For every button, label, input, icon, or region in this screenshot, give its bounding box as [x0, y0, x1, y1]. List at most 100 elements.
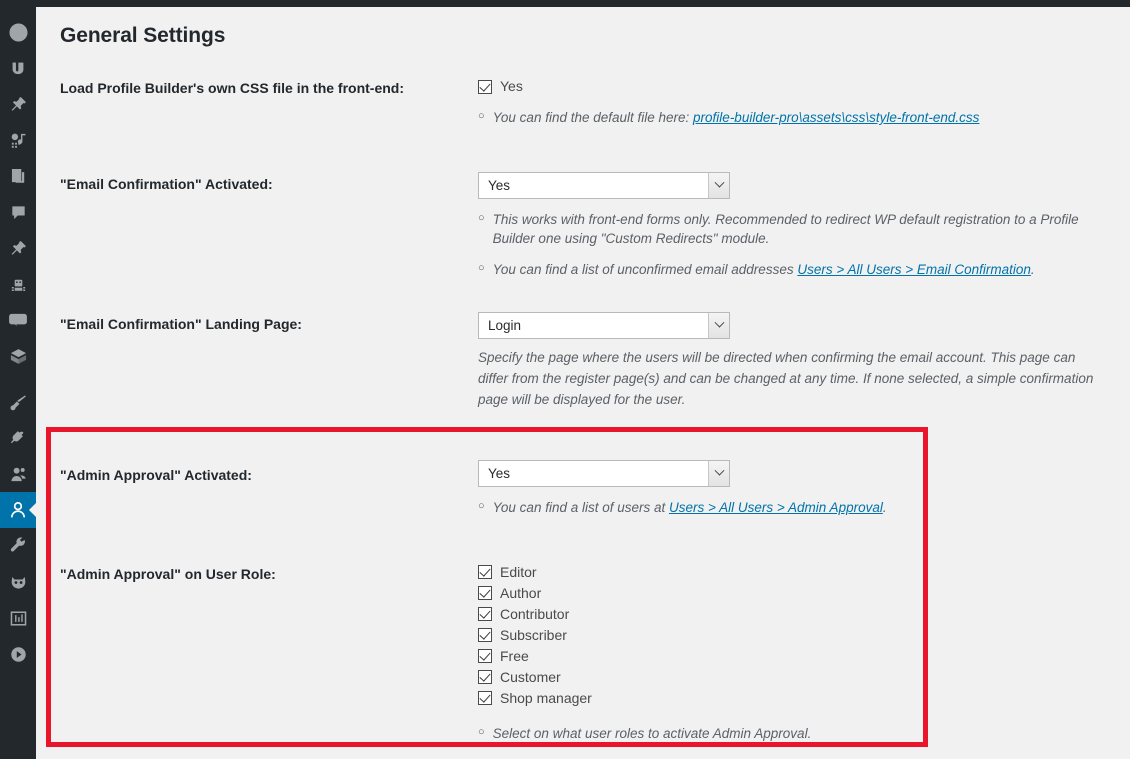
email-confirmation-select[interactable]: Yes: [478, 171, 730, 199]
setting-label-landing-page: "Email Confirmation" Landing Page:: [60, 316, 302, 333]
email-confirmation-hint-2: ○ You can find a list of unconfirmed ema…: [478, 260, 1106, 280]
admin-approval-hint: ○ You can find a list of users at Users …: [478, 498, 1106, 518]
wrench-icon: [9, 536, 28, 556]
setting-row-landing-page: "Email Confirmation" Landing Page: Login…: [36, 312, 1106, 410]
media-icon: [9, 131, 28, 150]
css-file-checkbox-label: Yes: [500, 78, 523, 94]
sidebar-item-posts[interactable]: [0, 86, 36, 122]
role-checkbox-row[interactable]: Editor: [478, 562, 1106, 583]
sidebar-item-comments[interactable]: [0, 194, 36, 230]
sidebar-item-media-player[interactable]: [0, 636, 36, 672]
role-checkbox-row[interactable]: Subscriber: [478, 625, 1106, 646]
setting-label-css-file: Load Profile Builder's own CSS file in t…: [60, 80, 405, 96]
sidebar-item-tools[interactable]: [0, 528, 36, 564]
setting-row-admin-approval: "Admin Approval" Activated: Yes ○ You ca…: [36, 440, 1106, 518]
scriptless-s-icon: [9, 59, 27, 77]
role-checkbox-row[interactable]: Shop manager: [478, 688, 1106, 709]
landing-page-hint: Specify the page where the users will be…: [478, 350, 1094, 408]
admin-page: Woo General Settings Load Profile Builde…: [0, 0, 1130, 759]
setting-label-admin-approval: "Admin Approval" Activated:: [60, 467, 252, 484]
chevron-down-icon[interactable]: [708, 313, 729, 339]
admin-approval-roles-hint-text: Select on what user roles to activate Ad…: [492, 725, 812, 741]
role-checkbox[interactable]: [478, 670, 492, 685]
css-file-checkbox[interactable]: [478, 79, 492, 94]
sidebar-item-users[interactable]: [0, 456, 36, 492]
page-title: General Settings: [60, 24, 226, 47]
sidebar-item-plugins[interactable]: [0, 420, 36, 456]
role-checkbox-label: Free: [500, 647, 529, 664]
sliders-icon: [9, 609, 28, 628]
admin-approval-hint-prefix: You can find a list of users at: [492, 500, 670, 516]
role-checkbox-row[interactable]: Customer: [478, 667, 1106, 688]
role-checkbox[interactable]: [478, 649, 492, 664]
role-checkbox[interactable]: [478, 607, 492, 622]
role-checkbox[interactable]: [478, 628, 492, 643]
woo-icon: Woo: [8, 310, 28, 330]
setting-label-email-confirmation: "Email Confirmation" Activated:: [60, 175, 273, 192]
role-checkbox-row[interactable]: Contributor: [478, 604, 1106, 625]
role-checkbox[interactable]: [478, 586, 492, 601]
css-file-checkbox-row[interactable]: Yes: [478, 76, 1106, 97]
sidebar-item-profile-builder[interactable]: [0, 492, 37, 528]
plug-icon: [9, 429, 28, 448]
sidebar-item-bot[interactable]: [0, 266, 36, 302]
general-settings-form: Load Profile Builder's own CSS file in t…: [36, 76, 1106, 744]
role-checkbox-row[interactable]: Author: [478, 583, 1106, 604]
person-icon: [8, 500, 28, 520]
settings-content: General Settings Load Profile Builder's …: [36, 7, 1130, 759]
landing-page-select-value: Login: [488, 318, 522, 334]
pages-icon: [9, 167, 28, 186]
robot-icon: [9, 275, 28, 294]
role-checkbox-label: Customer: [500, 668, 561, 685]
sidebar-item-settings[interactable]: [0, 600, 36, 636]
landing-page-select[interactable]: Login: [478, 312, 730, 340]
play-icon: [9, 645, 28, 664]
sidebar-item-woocommerce[interactable]: Woo: [0, 302, 36, 338]
email-confirmation-hint-2-prefix: You can find a list of unconfirmed email…: [492, 261, 798, 277]
email-confirmation-hint-2-suffix: .: [1030, 261, 1035, 277]
admin-approval-roles-list: Editor Author Contributor Subscriber Free Cus…: [478, 562, 1106, 744]
role-checkbox-label: Contributor: [500, 605, 570, 622]
bullet-icon: ○: [478, 725, 485, 738]
css-file-path-link[interactable]: profile-builder-pro\assets\css\style-fro…: [693, 110, 979, 125]
role-checkbox[interactable]: [478, 691, 492, 706]
admin-approval-hint-suffix: .: [882, 500, 887, 516]
dashboard-icon: [8, 22, 28, 42]
email-confirmation-users-link[interactable]: Users > All Users > Email Confirmation: [797, 262, 1031, 277]
bullet-icon: ○: [478, 211, 485, 224]
svg-text:Woo: Woo: [12, 317, 25, 323]
email-confirmation-select-value: Yes: [488, 177, 511, 193]
role-checkbox[interactable]: [478, 565, 492, 580]
admin-approval-users-link[interactable]: Users > All Users > Admin Approval: [669, 500, 883, 515]
bullet-icon: ○: [478, 500, 485, 513]
sidebar-item-dashboard[interactable]: [0, 14, 36, 50]
bullet-icon: ○: [478, 110, 485, 122]
role-checkbox-label: Editor: [500, 563, 537, 580]
admin-approval-select-value: Yes: [488, 466, 511, 482]
role-checkbox-label: Subscriber: [500, 626, 567, 643]
role-checkbox-label: Author: [500, 584, 542, 601]
sidebar-item-pages[interactable]: [0, 158, 36, 194]
pin-icon: [9, 239, 28, 258]
sidebar-item-appearance[interactable]: [0, 384, 36, 420]
brush-icon: [9, 393, 28, 412]
admin-sidebar[interactable]: Woo: [0, 0, 37, 759]
role-checkbox-row[interactable]: Free: [478, 646, 1106, 667]
email-confirmation-hint-1-text: This works with front-end forms only. Re…: [492, 211, 1079, 247]
role-checkbox-label: Shop manager: [500, 689, 592, 706]
chevron-down-icon[interactable]: [708, 461, 729, 487]
bullet-icon: ○: [478, 261, 485, 274]
chevron-down-icon[interactable]: [708, 172, 729, 198]
admin-bar: [0, 0, 1130, 7]
sidebar-item-portfolio[interactable]: [0, 230, 36, 266]
sidebar-item-s-logo[interactable]: [0, 50, 36, 86]
sidebar-item-products[interactable]: [0, 338, 36, 374]
setting-row-email-confirmation: "Email Confirmation" Activated: Yes ○ Th…: [36, 171, 1106, 280]
comment-icon: [9, 203, 28, 222]
admin-approval-select[interactable]: Yes: [478, 460, 730, 488]
sidebar-item-wp-rocket[interactable]: [0, 564, 36, 600]
cat-icon: [9, 573, 28, 592]
setting-label-admin-approval-roles: "Admin Approval" on User Role:: [60, 565, 276, 582]
css-file-hint-text: You can find the default file here:: [492, 110, 694, 125]
sidebar-item-media[interactable]: [0, 122, 36, 158]
